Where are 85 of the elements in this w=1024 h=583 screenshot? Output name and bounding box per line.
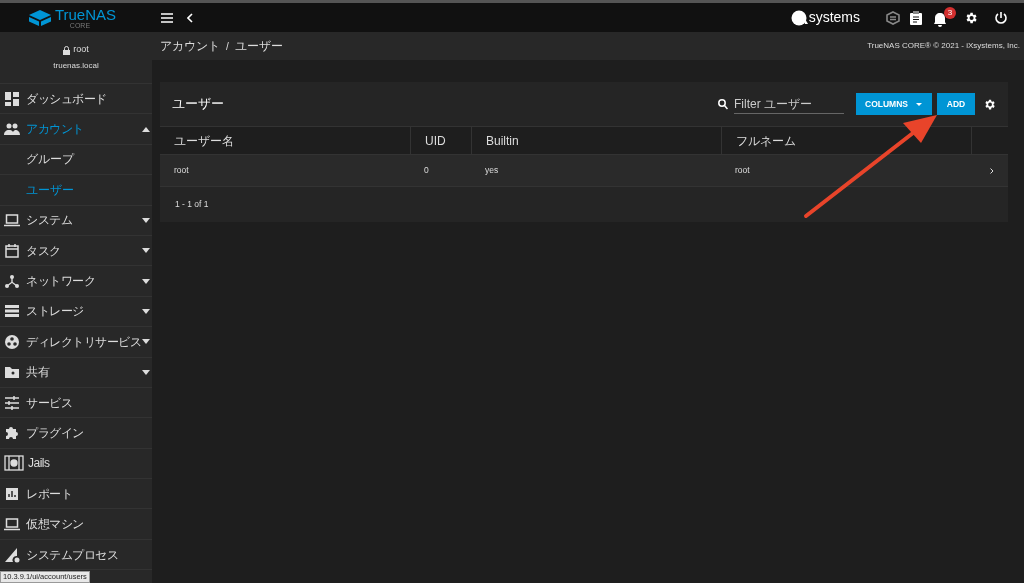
sliders-icon [4, 394, 20, 411]
puzzle-icon [4, 425, 20, 441]
sidebar-item[interactable]: Jails [0, 448, 152, 480]
truecommand-button[interactable] [886, 10, 900, 25]
report-icon [4, 485, 20, 502]
notification-badge: 3 [944, 6, 956, 19]
menu-button[interactable] [161, 12, 173, 23]
breadcrumb-item[interactable]: アカウント [160, 37, 220, 55]
sidebar-label: レポート [26, 485, 72, 503]
sidebar-item[interactable]: プラグイン [0, 418, 152, 449]
sidebar-label: システムプロセス [26, 546, 118, 564]
network-icon [4, 273, 20, 290]
sidebar-item[interactable]: 仮想マシン [0, 509, 152, 540]
sidebar-label: ディレクトリサービス [26, 333, 141, 351]
sidebar-item[interactable]: レポート [0, 479, 152, 510]
people-icon [4, 121, 20, 138]
vendor-name: systems [808, 8, 860, 27]
calendar-icon [4, 242, 20, 259]
sidebar-item[interactable]: 共有 [0, 357, 152, 388]
chevron-icon[interactable] [990, 167, 994, 174]
sidebar-subitem[interactable]: ユーザー [0, 175, 152, 206]
sidebar-subitem[interactable]: グループ [0, 144, 152, 176]
caret-icon [142, 278, 150, 284]
sidebar-label: サービス [26, 394, 72, 412]
table-cell: root [735, 164, 750, 177]
laptop-icon [4, 516, 20, 533]
sidebar-label: ダッシュボード [26, 90, 107, 108]
column-header[interactable]: ユーザー名 [160, 127, 410, 154]
sidebar-item[interactable]: ネットワーク [0, 266, 152, 297]
caret-icon [916, 102, 922, 106]
sidebar-item[interactable]: タスク [0, 235, 152, 267]
table-row[interactable]: root 0 yes root [160, 155, 1008, 187]
power-button[interactable] [994, 10, 1008, 25]
sidebar-label: Jails [28, 455, 50, 473]
storage-icon [4, 303, 20, 320]
table-cell: root [174, 164, 189, 177]
sidebar-item[interactable]: サービス [0, 387, 152, 419]
caret-icon [142, 369, 150, 375]
sidebar-item[interactable]: システム [0, 205, 152, 236]
card-title: ユーザー [172, 95, 224, 114]
caret-icon [142, 308, 150, 314]
ix-logo-icon [790, 9, 809, 26]
sidebar-label: アカウント [26, 121, 84, 139]
copyright-text: TrueNAS CORE® © 2021 - iXsystems, Inc. [867, 40, 1020, 52]
directory-icon [4, 333, 20, 350]
user-name: root [73, 43, 89, 57]
sidebar-label: 仮想マシン [26, 516, 84, 534]
columns-label: COLUMNS [864, 97, 909, 111]
sidebar-item[interactable]: アカウント [0, 114, 152, 145]
sidebar-label: ネットワーク [26, 273, 95, 291]
search-icon [718, 98, 728, 110]
laptop-icon [4, 212, 20, 229]
sidebar-label: ストレージ [26, 303, 84, 321]
column-header[interactable]: Builtin [471, 127, 721, 154]
brand-name: TrueNAS [54, 6, 117, 22]
caret-icon [142, 248, 150, 254]
sidebar-label: システム [26, 212, 72, 230]
caret-icon [142, 339, 150, 345]
filter-field[interactable]: Filter ユーザー [734, 94, 844, 114]
dashboard-icon [4, 90, 20, 107]
table-cell: yes [485, 164, 499, 177]
lock-icon [63, 45, 71, 55]
process-icon [4, 546, 20, 563]
sidebar-item[interactable]: ダッシュボード [0, 84, 152, 115]
caret-icon [142, 217, 150, 223]
settings-button[interactable] [964, 10, 978, 25]
caret-icon [142, 126, 150, 132]
sidebar-item[interactable]: ストレージ [0, 296, 152, 328]
collapse-button[interactable] [187, 12, 193, 23]
table-cell: 0 [424, 164, 429, 177]
settings-button[interactable] [983, 97, 996, 111]
breadcrumb-separator: / [226, 39, 229, 54]
sidebar-label: 共有 [26, 364, 49, 382]
sidebar-label: プラグイン [26, 425, 84, 442]
jail-icon [4, 455, 24, 472]
truenas-logo-icon [28, 9, 51, 26]
host-name: truenas.local [53, 59, 99, 72]
column-header[interactable]: UID [410, 127, 471, 154]
shared-folder-icon [4, 364, 20, 381]
sidebar-label: タスク [26, 242, 61, 260]
sidebar-item[interactable]: システムプロセス [0, 539, 152, 571]
sidebar-item[interactable]: ディレクトリサービス [0, 327, 152, 358]
clipboard-button[interactable] [910, 10, 922, 25]
breadcrumb-item[interactable]: ユーザー [234, 37, 283, 55]
pagination-text: 1 - 1 of 1 [175, 198, 209, 211]
